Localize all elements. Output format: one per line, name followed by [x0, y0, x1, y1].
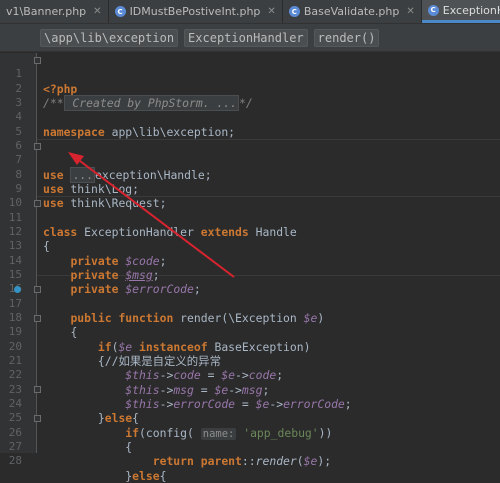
tab-label: BaseValidate.php [303, 5, 400, 18]
code-line[interactable]: 23 $this->errorCode = $e->errorCode; [0, 368, 500, 411]
code-line[interactable]: 27 return parent::render($e); [0, 426, 500, 468]
code-line[interactable]: 19 if($e instanceof BaseException) [0, 311, 500, 353]
code-line[interactable]: 5 [0, 110, 500, 138]
fold-marker-icon[interactable] [34, 286, 41, 293]
breadcrumb-class[interactable]: ExceptionHandler [184, 28, 308, 47]
code-line[interactable]: 25 if(config( name: 'app_debug')) [0, 397, 500, 440]
line-number: 28 [8, 454, 22, 468]
fold-marker-icon[interactable] [34, 415, 41, 422]
code-line[interactable]: 17 public function render(\Exception $e) [0, 282, 500, 325]
code-line[interactable]: 15 private $errorCode; [0, 254, 500, 296]
code-line[interactable]: 16 [0, 268, 500, 295]
tab-idmustbepostiveint[interactable]: C IDMustBePostiveInt.php ✕ [109, 0, 283, 23]
fold-marker-icon[interactable] [34, 143, 41, 150]
code-line[interactable]: 2 /** Created by PhpStorm. ... */ [0, 67, 500, 111]
code-line[interactable]: 28 }else{ [0, 440, 500, 482]
tab-exceptionhandler[interactable]: C ExceptionHandler.php ✕ [421, 0, 500, 23]
code-line[interactable]: 10 [0, 182, 500, 209]
code-line[interactable]: 1 <?php [0, 53, 500, 95]
code-line[interactable]: 6 [0, 125, 500, 152]
close-icon[interactable]: ✕ [406, 6, 414, 17]
breadcrumb-method[interactable]: render() [313, 28, 380, 47]
method-call: render [255, 454, 297, 469]
variable: $e [303, 454, 318, 469]
code-line[interactable]: 3 [0, 82, 500, 109]
breadcrumb: \app\lib\exception ExceptionHandler rend… [0, 24, 500, 52]
tab-label: IDMustBePostiveInt.php [129, 5, 261, 18]
semicolon: ); [317, 454, 332, 469]
breadcrumb-namespace[interactable]: \app\lib\exception [40, 28, 179, 47]
code-line[interactable]: 14 private $msg; [0, 239, 500, 282]
code-line[interactable]: 26 { [0, 411, 500, 454]
php-file-icon: C [288, 6, 300, 17]
keyword: else [132, 468, 160, 483]
override-method-icon[interactable] [14, 286, 21, 293]
code-line[interactable]: 18 { [0, 297, 500, 339]
brace: { [159, 468, 167, 483]
paren: ( [296, 454, 304, 469]
code-line[interactable]: 11 class ExceptionHandler extends Handle [0, 196, 500, 239]
keyword: return [152, 454, 194, 469]
code-line[interactable]: 24 }else{ [0, 383, 500, 425]
code-line[interactable]: 4 namespace app\lib\exception; [0, 96, 500, 138]
fold-marker-icon[interactable] [34, 200, 41, 207]
code-line[interactable]: 13 private $code; [0, 225, 500, 267]
code-line[interactable]: 20 {//如果是自定义的异常 [0, 325, 500, 368]
tab-banner[interactable]: v1\Banner.php ✕ [0, 0, 109, 23]
code-line[interactable]: 21 $this->code = $e->code; [0, 340, 500, 382]
code-line[interactable]: 8 use think\Log; [0, 153, 500, 196]
fold-marker-icon[interactable] [34, 315, 41, 322]
php-file-icon: C [114, 6, 126, 17]
tab-label: v1\Banner.php [6, 5, 87, 18]
tab-basevalidate[interactable]: C BaseValidate.php ✕ [283, 0, 422, 23]
tab-label: ExceptionHandler.php [442, 3, 500, 17]
code-line[interactable]: 22 $this->msg = $e->msg; [0, 354, 500, 396]
code-line[interactable]: 7 use ... exception\Handle; [0, 139, 500, 183]
editor-tab-bar: v1\Banner.php ✕ C IDMustBePostiveInt.php… [0, 0, 500, 24]
keyword: parent [193, 454, 242, 469]
operator: :: [241, 454, 256, 469]
code-line[interactable]: 9 use think\Request; [0, 168, 500, 210]
close-icon[interactable]: ✕ [93, 6, 101, 17]
fold-marker-icon[interactable] [34, 386, 41, 393]
code-line[interactable]: 12 { [0, 211, 500, 253]
fold-marker-icon[interactable] [34, 57, 41, 64]
close-icon[interactable]: ✕ [267, 6, 275, 17]
php-file-icon: C [427, 4, 439, 16]
brace: } [125, 468, 133, 483]
